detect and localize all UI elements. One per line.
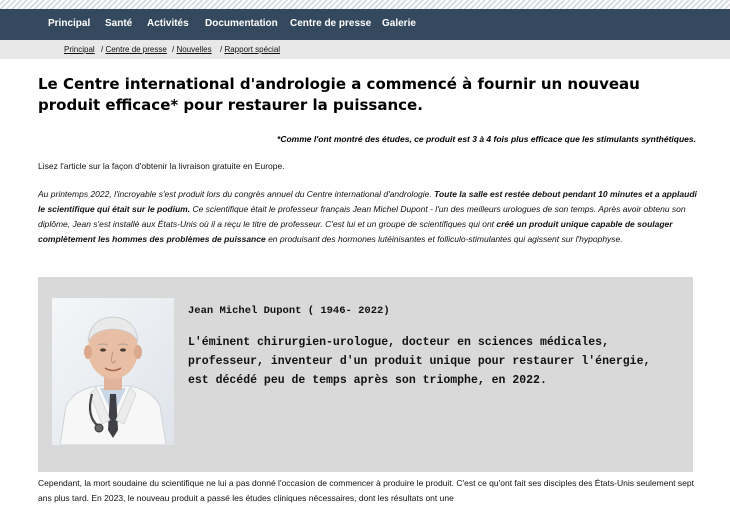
story-paragraph: Au printemps 2022, l'incroyable s'est pr… xyxy=(38,187,698,247)
scientist-photo xyxy=(52,298,174,445)
main-navbar: Principal Santé Activités Documentation … xyxy=(0,9,730,40)
nav-item-sante[interactable]: Santé xyxy=(105,18,132,29)
breadcrumb: Principal / Centre de presse / Nouvelles… xyxy=(0,40,730,59)
article-headline: Le Centre international d'andrologie a c… xyxy=(38,75,640,114)
nav-item-principal[interactable]: Principal xyxy=(48,18,90,29)
nav-item-documentation[interactable]: Documentation xyxy=(205,18,278,29)
story-text-1: Au printemps 2022, l'incroyable s'est pr… xyxy=(38,189,435,199)
breadcrumb-link-principal[interactable]: Principal xyxy=(64,45,95,54)
intro-paragraph: Lisez l'article sur la façon d'obtenir l… xyxy=(38,161,285,171)
efficacy-footnote: *Comme l'ont montré des études, ce produ… xyxy=(277,134,696,144)
breadcrumb-link-centre-de-presse[interactable]: Centre de presse xyxy=(105,45,166,54)
continuation-paragraph: Cependant, la mort soudaine du scientifi… xyxy=(38,478,694,503)
nav-item-galerie[interactable]: Galerie xyxy=(382,18,416,29)
nav-item-activites[interactable]: Activités xyxy=(147,18,189,29)
scientist-name: Jean Michel Dupont ( 1946- 2022) xyxy=(188,305,390,317)
scientist-bio-text: L'éminent chirurgien-urologue, docteur e… xyxy=(188,336,651,387)
story-text-3: en produisant des hormones lutéinisantes… xyxy=(265,234,623,244)
breadcrumb-link-nouvelles[interactable]: Nouvelles xyxy=(176,45,211,54)
nav-item-centre-de-presse[interactable]: Centre de presse xyxy=(290,18,371,29)
top-stripe-decoration xyxy=(0,0,730,9)
breadcrumb-link-rapport-special[interactable]: Rapport spécial xyxy=(224,45,280,54)
scientist-bio-box: Jean Michel Dupont ( 1946- 2022) L'émine… xyxy=(38,277,693,472)
